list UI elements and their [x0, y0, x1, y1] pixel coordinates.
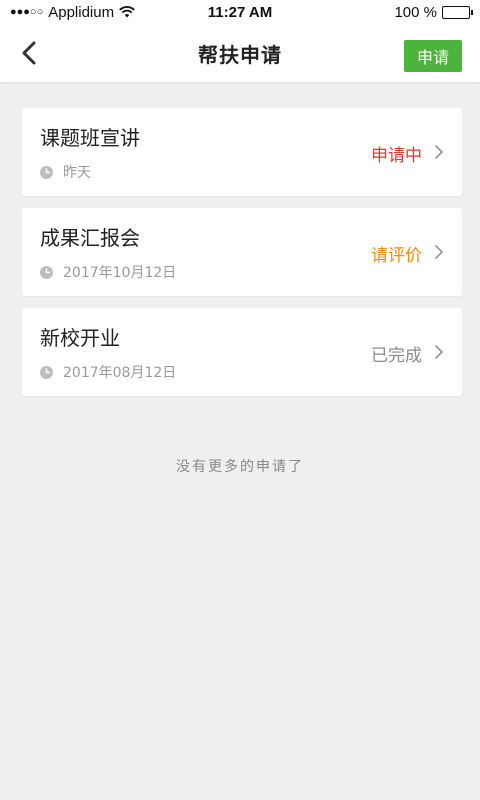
status-bar: ●●●○○ Applidium 11:27 AM 100 %	[0, 0, 480, 24]
status-label: 申请中	[371, 146, 422, 166]
card-title: 新校开业	[40, 326, 120, 350]
status-left: ●●●○○ Applidium	[10, 4, 170, 21]
application-card[interactable]: 新校开业 2017年08月12日 已完成	[22, 308, 462, 396]
card-date-row: 2017年08月12日	[40, 362, 176, 382]
card-date: 昨天	[63, 165, 91, 181]
carrier-name: Applidium	[48, 3, 115, 21]
nav-bar: 帮扶申请 申请	[0, 24, 480, 82]
card-title: 课题班宣讲	[40, 126, 140, 150]
application-card[interactable]: 成果汇报会 2017年10月12日 请评价	[22, 208, 462, 296]
status-time: 11:27 AM	[207, 3, 273, 21]
page-title: 帮扶申请	[198, 42, 282, 67]
no-more-hint: 没有更多的申请了	[176, 459, 304, 475]
status-label: 已完成	[371, 346, 422, 366]
card-date-row: 2017年10月12日	[40, 262, 176, 282]
signal-dots-icon: ●●●○○	[10, 6, 44, 18]
card-date: 2017年10月12日	[63, 265, 177, 281]
chevron-left-icon	[22, 41, 36, 65]
card-date-row: 昨天	[40, 162, 91, 182]
clock-icon	[40, 265, 53, 279]
card-date: 2017年08月12日	[63, 365, 177, 381]
application-list: 课题班宣讲昨天 申请中成果汇报会 2017年10月12日 请评价新校开业 2017年08…	[0, 82, 480, 396]
chevron-right-icon	[435, 245, 443, 259]
battery-percent: 100 %	[394, 3, 437, 21]
chevron-right-icon	[435, 345, 443, 359]
chevron-right-icon	[435, 145, 443, 159]
wifi-icon	[119, 6, 135, 18]
back-button[interactable]	[16, 38, 42, 68]
status-right: 100 %	[310, 3, 473, 21]
application-card[interactable]: 课题班宣讲昨天 申请中	[22, 108, 462, 196]
apply-button[interactable]: 申请	[404, 40, 462, 72]
clock-icon	[40, 365, 53, 379]
status-label: 请评价	[371, 246, 422, 266]
clock-icon	[40, 165, 53, 179]
card-title: 成果汇报会	[40, 226, 140, 250]
battery-icon	[441, 5, 473, 19]
